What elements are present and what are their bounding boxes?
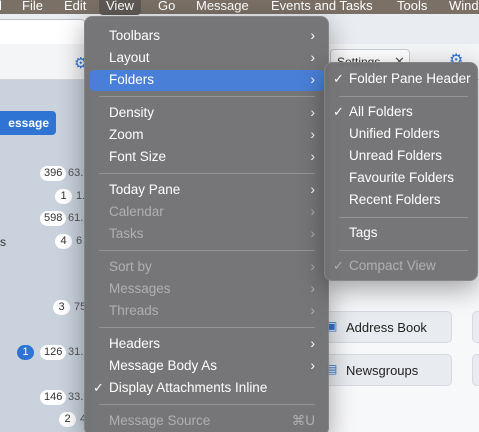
menu-events-and-tasks[interactable]: Events and Tasks [271,0,373,15]
chevron-right-icon: › [310,181,315,197]
menu-apple-fragment[interactable]: l [0,0,2,15]
menu-item-density[interactable]: Density › [90,103,324,124]
address-book-button[interactable]: ▣ Address Book [320,311,452,343]
chevron-right-icon: › [310,148,315,164]
menu-item-font-size[interactable]: Font Size › [90,147,324,168]
folder-fragment: s [0,235,6,249]
menu-item-toolbars[interactable]: Toolbars › [90,26,324,47]
checkmark-icon: ✓ [333,71,344,86]
folders-submenu: ✓ Folder Pane Header ✓ All Folders Unifi… [324,62,478,281]
chevron-right-icon: › [310,49,315,65]
chevron-right-icon: › [310,335,315,351]
menu-item-folder-pane-header[interactable]: ✓ Folder Pane Header [330,69,474,90]
menu-separator [99,327,315,328]
folder-size: 63. [68,167,84,179]
menu-separator [99,173,315,174]
menu-separator [339,96,468,97]
menu-message[interactable]: Message [196,0,249,15]
menu-item-favourite-folders[interactable]: Favourite Folders [330,168,474,189]
menu-separator [339,250,468,251]
menu-item-display-attachments-inline[interactable]: ✓ Display Attachments Inline [90,378,324,399]
unread-badge: 1 [55,189,72,204]
chevron-right-icon: › [310,280,315,296]
menu-item-today-pane[interactable]: Today Pane › [90,180,324,201]
chevron-right-icon: › [310,203,315,219]
menu-separator [339,217,468,218]
menu-item-zoom[interactable]: Zoom › [90,125,324,146]
menu-item-unified-folders[interactable]: Unified Folders [330,124,474,145]
menu-item-compact-view: ✓ Compact View [333,258,436,273]
menu-go[interactable]: Go [158,0,175,15]
menu-separator [99,96,315,97]
menu-item-tags[interactable]: Tags [330,223,474,244]
menu-item-tasks: Tasks › [109,225,315,241]
menu-item-threads: Threads › [109,302,315,318]
menu-window[interactable]: Wind [449,0,479,15]
checkmark-icon: ✓ [333,258,344,273]
new-mail-badge: 1 [17,345,34,360]
unread-badge: 2 [59,412,76,427]
write-message-button[interactable]: essage [0,111,56,135]
checkmark-icon: ✓ [93,380,104,395]
menu-item-message-body-as[interactable]: Message Body As › [90,356,324,377]
unread-badge: 396 [40,166,67,181]
view-menu: Toolbars › Layout › Folders › Density › … [84,16,329,432]
folder-size: 61. [68,212,84,224]
unread-badge: 126 [40,345,67,360]
folder-size: 6 [76,235,83,247]
menu-item-unread-folders[interactable]: Unread Folders [330,146,474,167]
chevron-right-icon: › [310,27,315,43]
unread-badge: 3 [53,300,70,315]
menu-file[interactable]: File [22,0,43,15]
checkmark-icon: ✓ [333,104,344,119]
menu-view[interactable]: View [99,0,141,15]
menu-item-layout[interactable]: Layout › [90,48,324,69]
chevron-right-icon: › [310,225,315,241]
menu-item-headers[interactable]: Headers › [90,334,324,355]
menu-item-calendar: Calendar › [109,203,315,219]
unread-badge: 598 [40,211,67,226]
card-button-partial[interactable] [472,354,479,386]
chevron-right-icon: › [310,258,315,274]
menu-tools[interactable]: Tools [397,0,427,15]
chevron-right-icon: › [310,104,315,120]
chevron-right-icon: › [310,357,315,373]
menu-item-messages: Messages › [109,280,315,296]
menu-item-all-folders[interactable]: ✓ All Folders [330,102,474,123]
menu-bar: l File Edit View Go Message Events and T… [0,0,479,15]
unread-badge: 146 [40,390,67,405]
chevron-right-icon: › [310,126,315,142]
menu-item-sort-by: Sort by › [109,258,315,274]
search-box[interactable] [0,19,86,46]
newsgroups-button[interactable]: ▤ Newsgroups [320,354,452,386]
menu-separator [99,250,315,251]
unread-badge: 4 [55,234,72,249]
folder-size: 33. [68,391,84,403]
chevron-right-icon: › [310,302,315,318]
menu-item-folders[interactable]: Folders › [90,70,324,91]
menu-edit[interactable]: Edit [64,0,86,15]
folder-size: 31. [68,346,84,358]
shortcut-label: ⌘U [291,413,315,428]
menu-item-message-source: Message Source ⌘U [109,413,315,428]
menu-separator [99,404,315,405]
chevron-right-icon: › [310,71,315,87]
card-button-partial[interactable] [472,311,479,343]
menu-item-recent-folders[interactable]: Recent Folders [330,190,474,211]
